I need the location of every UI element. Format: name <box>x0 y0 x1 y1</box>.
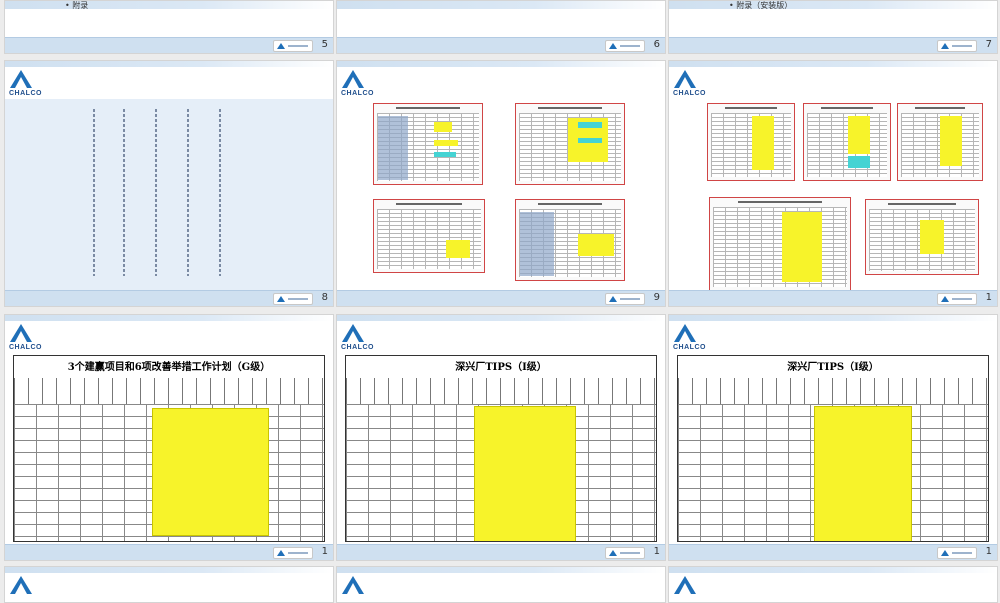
chalco-footer-logo-icon <box>273 40 313 52</box>
slide-partial[interactable] <box>668 566 998 603</box>
chalco-footer-logo-icon <box>605 293 645 305</box>
chalco-logo-icon <box>10 576 32 594</box>
chalco-logo <box>9 575 41 595</box>
page-number: 1 <box>653 546 660 557</box>
table-header <box>346 378 656 405</box>
page-number: 1 <box>985 546 992 557</box>
table-title: 深兴厂TIPS（I级） <box>455 362 547 373</box>
slide-footer: 9 <box>337 290 665 306</box>
chalco-logo: CHALCO <box>9 69 41 97</box>
table-header <box>678 378 988 405</box>
page-number: 6 <box>653 39 660 50</box>
thumbnail-table[interactable] <box>865 199 979 275</box>
slide-13[interactable]: CHALCO 深兴厂TIPS（I级） 1 <box>668 314 998 561</box>
thumbnail-table[interactable] <box>803 103 891 181</box>
logo-text: CHALCO <box>9 90 42 97</box>
chalco-logo-icon <box>674 324 696 342</box>
page-number: 5 <box>321 39 328 50</box>
bullet-appendix: • 附录 <box>65 1 89 10</box>
thumbnail-table[interactable] <box>707 103 795 181</box>
highlight-block <box>152 408 269 536</box>
chalco-logo: CHALCO <box>9 323 41 351</box>
slide-footer: 6 <box>337 37 665 53</box>
logo-text: CHALCO <box>341 344 374 351</box>
chalco-footer-logo-icon <box>937 293 977 305</box>
slide-12[interactable]: CHALCO 深兴厂TIPS（I级） 1 <box>336 314 666 561</box>
highlight-block <box>474 406 576 541</box>
chalco-logo: CHALCO <box>673 323 705 351</box>
slide-footer: 7 <box>669 37 997 53</box>
slide-partial[interactable] <box>336 566 666 603</box>
chalco-logo-icon <box>674 70 696 88</box>
slide-footer: 1 <box>669 544 997 560</box>
chalco-logo <box>341 575 373 595</box>
thumbnail-table[interactable] <box>709 197 851 291</box>
chalco-footer-logo-icon <box>273 547 313 559</box>
thumbnail-table[interactable] <box>373 103 483 185</box>
chalco-footer-logo-icon <box>937 547 977 559</box>
vertical-text-column <box>93 109 95 276</box>
highlight-block <box>814 406 912 541</box>
chalco-logo-icon <box>342 70 364 88</box>
slide-10[interactable]: CHALCO 1 <box>668 60 998 307</box>
page-number: 7 <box>985 39 992 50</box>
vertical-text-column <box>187 109 189 276</box>
thumbnail-table[interactable] <box>897 103 983 181</box>
thumbnail-table[interactable] <box>515 199 625 281</box>
table-title: 深兴厂TIPS（I级） <box>787 362 879 373</box>
chalco-logo-icon <box>10 324 32 342</box>
chalco-logo-icon <box>342 576 364 594</box>
slide-8[interactable]: CHALCO 8 <box>4 60 334 307</box>
logo-text: CHALCO <box>673 344 706 351</box>
chalco-logo-icon <box>342 324 364 342</box>
chalco-logo <box>673 575 705 595</box>
slide-footer: 1 <box>669 290 997 306</box>
logo-text: CHALCO <box>9 344 42 351</box>
chalco-logo-icon <box>10 70 32 88</box>
thumbnail-table[interactable] <box>515 103 625 185</box>
slide-6[interactable]: 6 <box>336 0 666 54</box>
page-number: 1 <box>321 546 328 557</box>
slide-5[interactable]: • 附录 5 <box>4 0 334 54</box>
chalco-logo-icon <box>674 576 696 594</box>
vertical-text-column <box>155 109 157 276</box>
vertical-text-column <box>219 109 221 276</box>
page-number: 9 <box>653 292 660 303</box>
slide-7[interactable]: • 附录（安装版） 7 <box>668 0 998 54</box>
slide-footer: 5 <box>5 37 333 53</box>
tips-table: 深兴厂TIPS（I级） <box>345 355 657 542</box>
slide-11[interactable]: CHALCO 3个建赢项目和6项改善举措工作计划（G级） 1 <box>4 314 334 561</box>
slide-partial[interactable] <box>4 566 334 603</box>
slide-footer: 8 <box>5 290 333 306</box>
bullet-appendix-install: • 附录（安装版） <box>729 1 793 10</box>
page-number: 1 <box>985 292 992 303</box>
chalco-footer-logo-icon <box>605 40 645 52</box>
table-title: 3个建赢项目和6项改善举措工作计划（G级） <box>67 362 271 373</box>
tips-table: 深兴厂TIPS（I级） <box>677 355 989 542</box>
content-panel <box>5 99 333 290</box>
vertical-text-column <box>123 109 125 276</box>
chalco-logo: CHALCO <box>673 69 705 97</box>
slide-9[interactable]: CHALCO 9 <box>336 60 666 307</box>
page-number: 8 <box>321 292 328 303</box>
thumbnail-table[interactable] <box>373 199 485 273</box>
logo-text: CHALCO <box>341 90 374 97</box>
chalco-logo: CHALCO <box>341 69 373 97</box>
chalco-logo: CHALCO <box>341 323 373 351</box>
chalco-footer-logo-icon <box>273 293 313 305</box>
slide-footer: 1 <box>337 544 665 560</box>
table-header <box>14 378 324 405</box>
logo-text: CHALCO <box>673 90 706 97</box>
chalco-footer-logo-icon <box>937 40 977 52</box>
work-plan-table: 3个建赢项目和6项改善举措工作计划（G级） <box>13 355 325 542</box>
chalco-footer-logo-icon <box>605 547 645 559</box>
slide-footer: 1 <box>5 544 333 560</box>
